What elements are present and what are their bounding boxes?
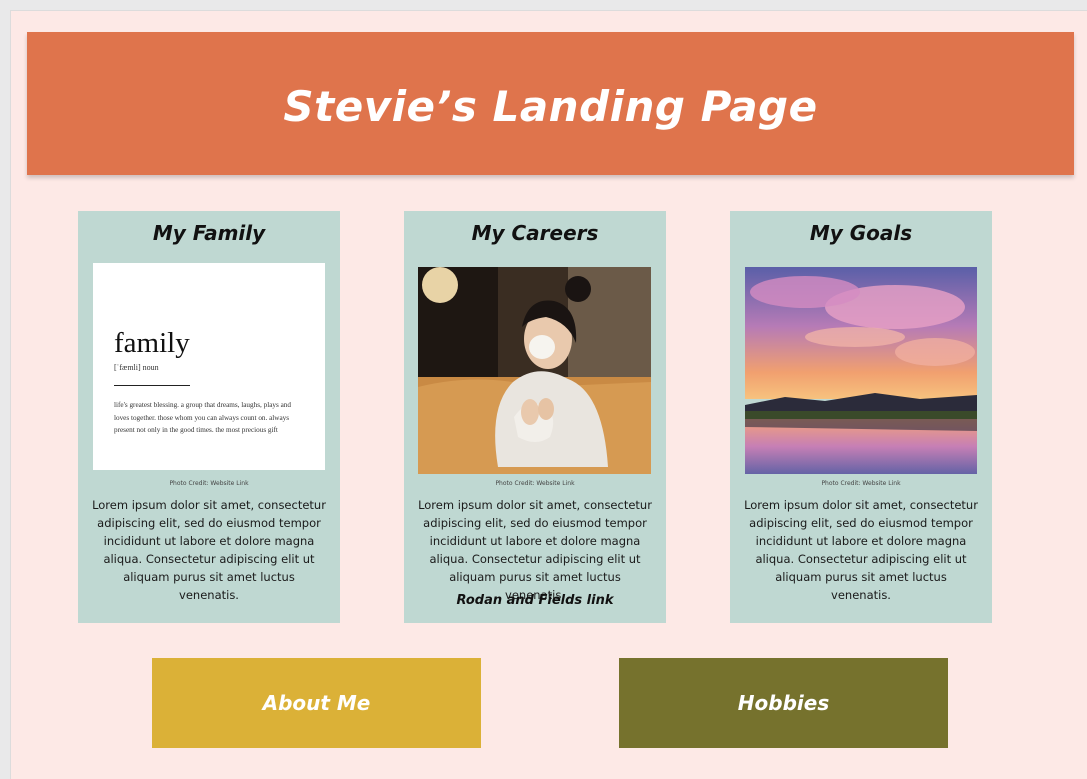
divider <box>114 385 190 386</box>
card-body-text: Lorem ipsum dolor sit amet, consectetur … <box>744 498 978 602</box>
photo-credit[interactable]: Photo Credit: Website Link <box>404 480 666 487</box>
card-family: My Family family [ˈfæmli] noun life's gr… <box>78 211 340 623</box>
photo-credit[interactable]: Photo Credit: Website Link <box>78 480 340 487</box>
card-body-text: Lorem ipsum dolor sit amet, consectetur … <box>92 498 326 602</box>
about-me-button[interactable]: About Me <box>152 658 481 748</box>
landing-page: Stevie’s Landing Page My Family family [… <box>10 10 1087 779</box>
page-title: Stevie’s Landing Page <box>283 82 818 131</box>
header-banner: Stevie’s Landing Page <box>27 32 1074 175</box>
careers-photo <box>418 267 651 474</box>
card-title: My Family <box>152 221 266 245</box>
rodan-fields-link[interactable]: Rodan and Fields link <box>404 593 666 608</box>
card-body-text: Lorem ipsum dolor sit amet, consectetur … <box>418 498 652 602</box>
card-careers: My Careers Photo Credit: Website Link Lo… <box>404 211 666 623</box>
definition-pronunciation: [ˈfæmli] noun <box>114 363 159 372</box>
woman-skincare-photo <box>418 267 651 474</box>
definition-word: family <box>114 327 190 359</box>
definition-text: life's greatest blessing. a group that d… <box>114 401 291 434</box>
photo-credit[interactable]: Photo Credit: Website Link <box>730 480 992 487</box>
hobbies-button[interactable]: Hobbies <box>619 658 948 748</box>
sunset-lake-photo <box>745 267 977 474</box>
card-goals: My Goals Photo Credit: Website Link Lore… <box>730 211 992 623</box>
family-definition-image: family [ˈfæmli] noun life's greatest ble… <box>93 263 325 470</box>
goals-photo <box>745 267 977 474</box>
card-title: My Goals <box>809 221 913 245</box>
card-title: My Careers <box>471 221 599 245</box>
